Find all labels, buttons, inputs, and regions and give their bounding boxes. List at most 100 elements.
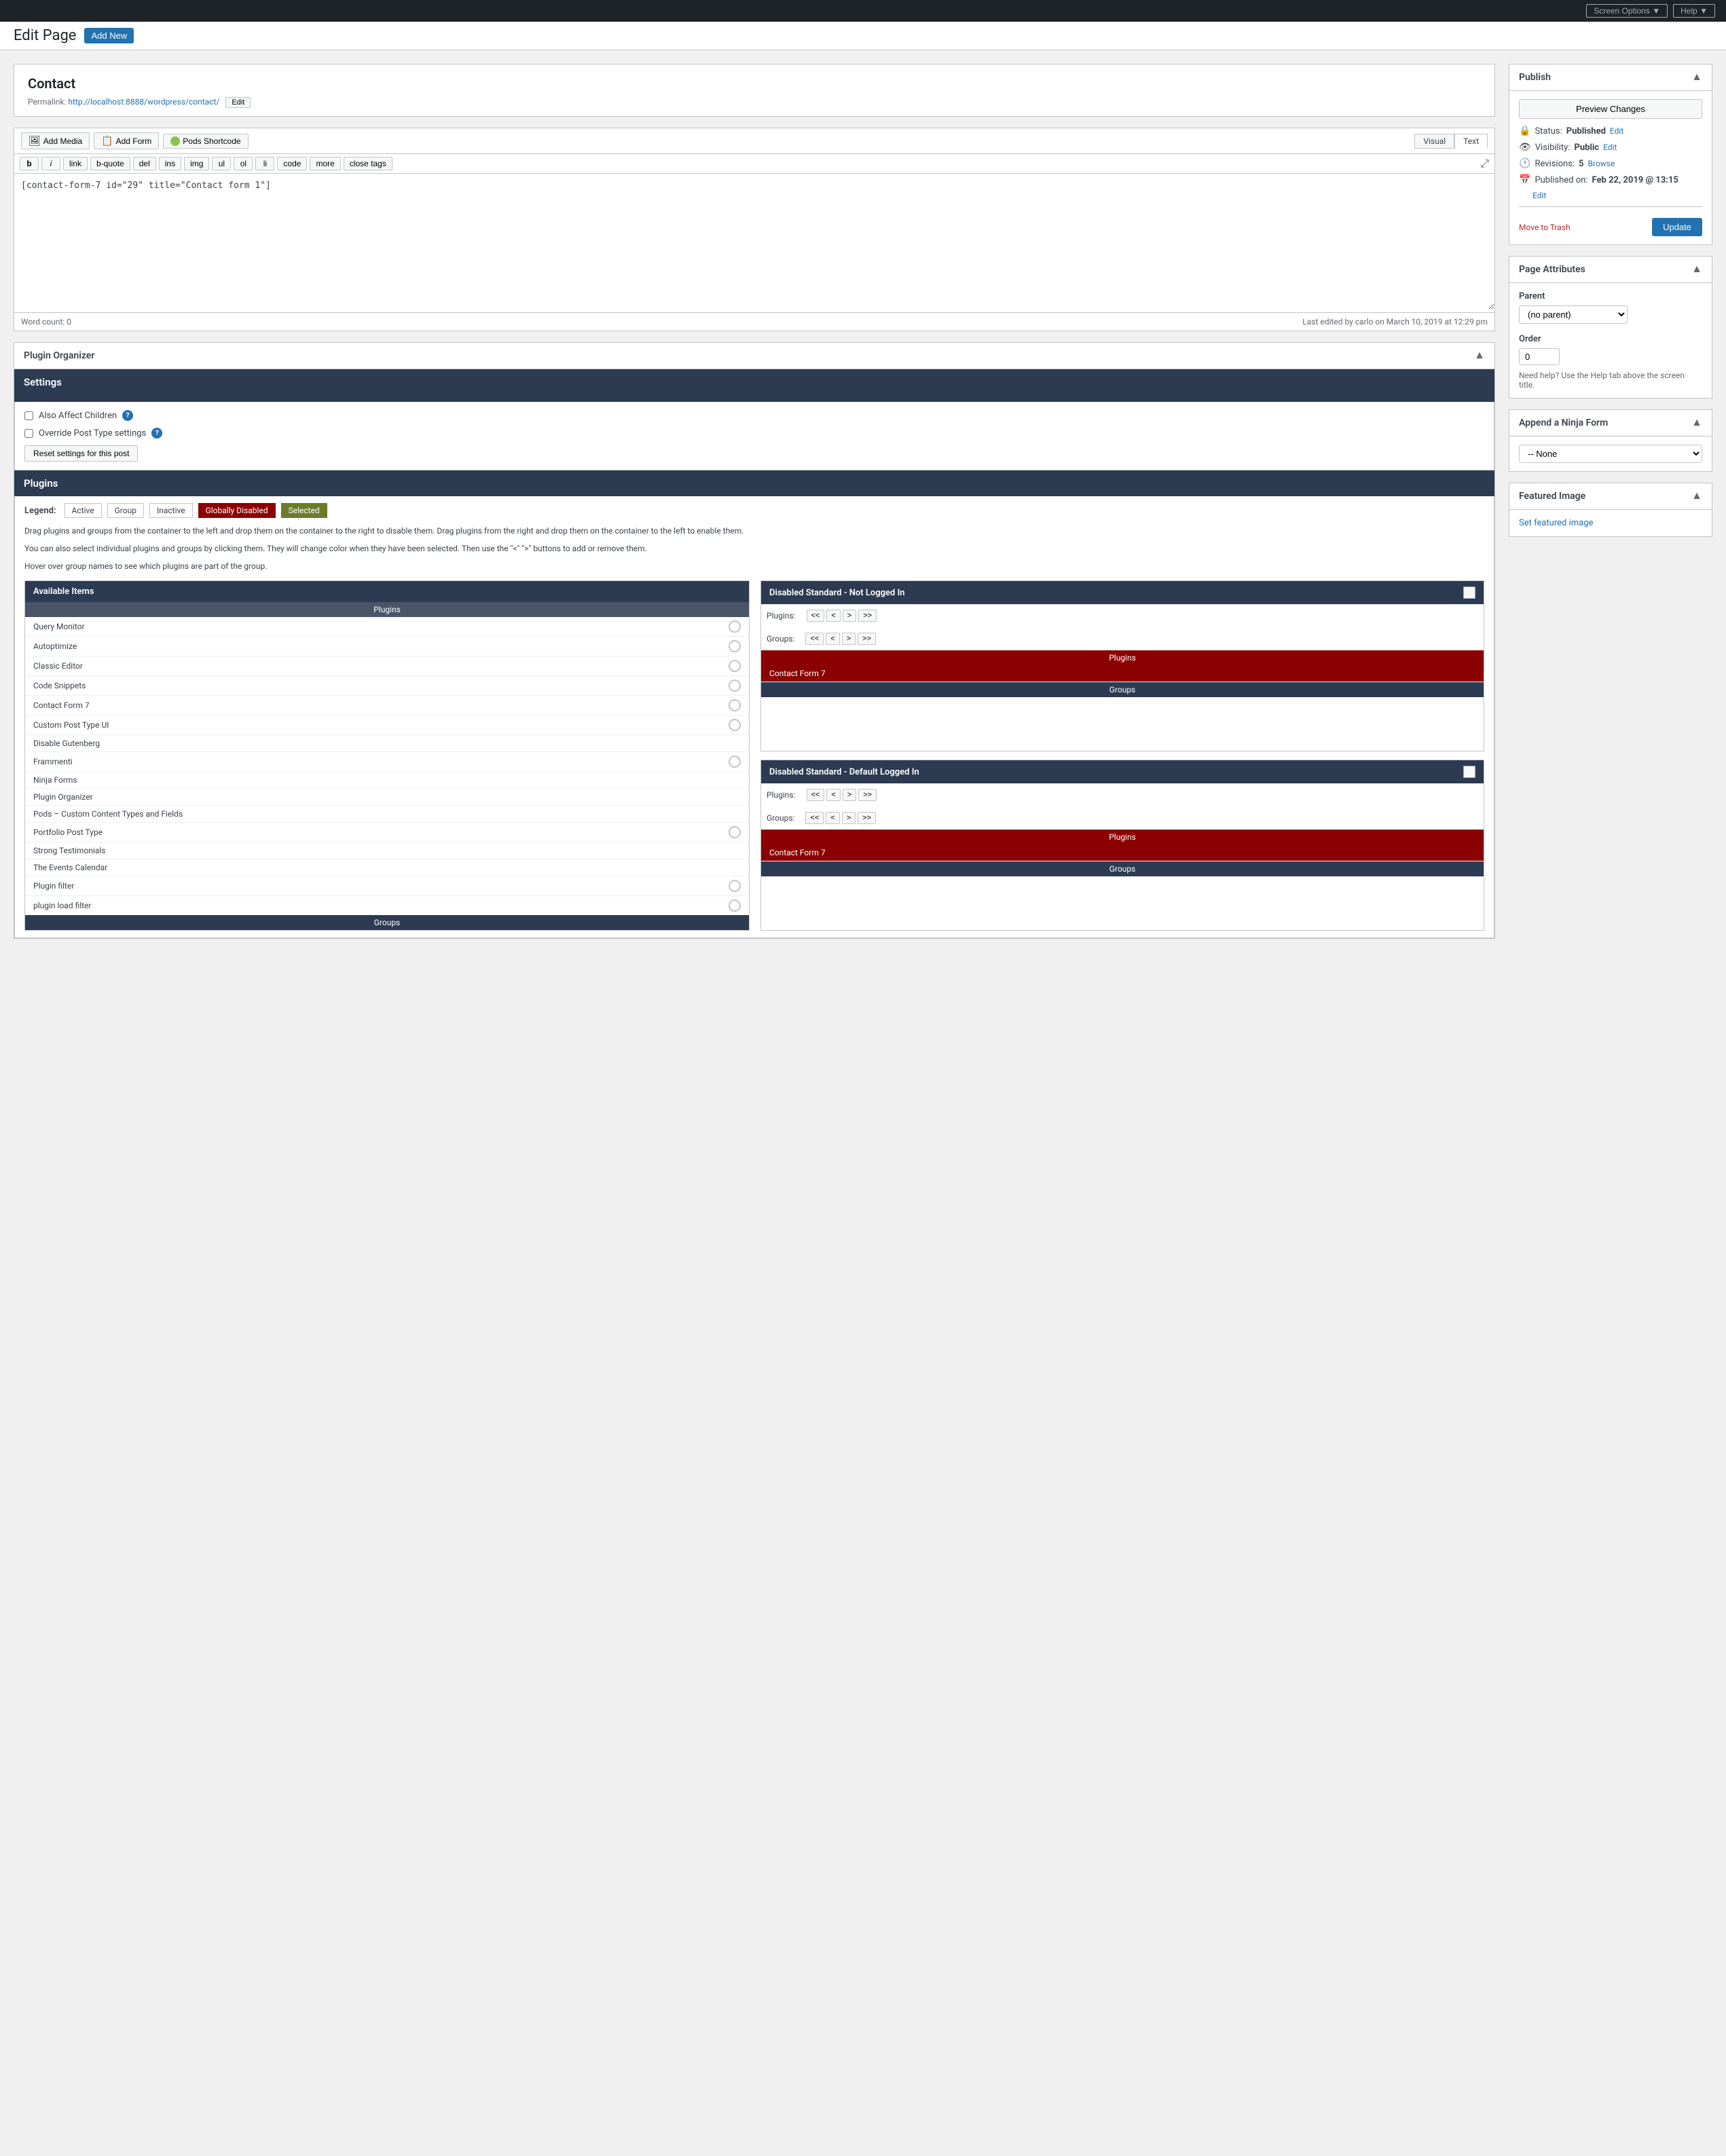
legend-globally-disabled[interactable]: Globally Disabled [198,503,276,518]
plugin-circle-icon[interactable] [729,660,741,672]
del-btn[interactable]: del [133,157,156,170]
also-affect-children-help-icon[interactable]: ? [122,410,133,421]
list-item[interactable]: The Events Calendar [25,859,749,876]
close-tags-btn[interactable]: close tags [344,157,392,170]
plugin-circle-icon[interactable] [729,756,741,768]
ninja-form-select[interactable]: -- None [1519,445,1702,463]
list-item[interactable]: Frammenti [25,752,749,772]
code-btn[interactable]: code [277,157,307,170]
plugins-nav-next-2[interactable]: > [843,789,856,801]
also-affect-children-checkbox[interactable] [24,411,33,420]
disabled-not-logged-collapse[interactable]: − [1463,587,1475,599]
legend-inactive[interactable]: Inactive [149,503,193,518]
add-form-btn[interactable]: 📋 Add Form [94,132,159,149]
list-item[interactable]: Pods – Custom Content Types and Fields [25,806,749,823]
revisions-browse-link[interactable]: Browse [1588,159,1615,168]
permalink-url[interactable]: http://localhost:8888/wordpress/contact/ [68,97,219,107]
append-ninja-form-collapse-btn[interactable]: ▲ [1691,417,1702,429]
plugins-nav-prev-2[interactable]: < [826,789,840,801]
list-item[interactable]: Contact Form 7 [25,696,749,715]
set-featured-image-link[interactable]: Set featured image [1519,518,1593,528]
ins-btn[interactable]: ins [159,157,181,170]
reset-settings-btn[interactable]: Reset settings for this post [24,445,138,462]
plugins-nav-first[interactable]: << [807,610,825,622]
edit-permalink-btn[interactable]: Edit [225,97,251,108]
visibility-edit-link[interactable]: Edit [1603,143,1617,152]
plugins-nav-first-2[interactable]: << [807,789,825,801]
more-btn[interactable]: more [310,157,340,170]
plugins-nav-last-2[interactable]: >> [858,789,877,801]
override-post-type-checkbox[interactable] [24,429,33,438]
list-item[interactable]: Plugin Organizer [25,789,749,806]
published-edit-link[interactable]: Edit [1532,191,1546,200]
list-item[interactable]: plugin load filter [25,896,749,915]
plugin-organizer-collapse-btn[interactable]: ▲ [1474,350,1485,362]
legend-selected[interactable]: Selected [281,503,327,518]
add-new-button[interactable]: Add New [84,28,134,43]
editor-textarea[interactable]: [contact-form-7 id="29" title="Contact f… [14,174,1494,310]
plugins-nav-last[interactable]: >> [858,610,877,622]
override-post-type-help-icon[interactable]: ? [151,428,162,439]
list-item[interactable]: Custom Post Type UI [25,715,749,735]
groups-nav-next[interactable]: > [842,633,856,645]
pods-shortcode-btn[interactable]: Pods Shortcode [163,134,248,149]
groups-nav-btns-2: << < > >> [800,809,881,827]
list-item[interactable]: Portfolio Post Type [25,823,749,842]
img-btn[interactable]: img [184,157,209,170]
plugin-circle-icon[interactable] [729,680,741,692]
order-input[interactable] [1519,348,1560,365]
groups-nav-first-2[interactable]: << [805,812,824,824]
status-edit-link[interactable]: Edit [1610,126,1623,136]
list-item[interactable]: Code Snippets [25,676,749,696]
featured-image-collapse-btn[interactable]: ▲ [1691,490,1702,502]
plugin-circle-icon[interactable] [729,640,741,652]
italic-btn[interactable]: i [41,157,60,170]
add-media-btn[interactable]: 🖼 Add Media [21,132,90,149]
preview-changes-btn[interactable]: Preview Changes [1519,99,1702,119]
parent-select[interactable]: (no parent) [1519,305,1628,324]
plugin-circle-icon[interactable] [729,880,741,892]
link-btn[interactable]: link [63,157,88,170]
disabled-default-logged-collapse[interactable]: − [1463,766,1475,778]
list-item[interactable]: Ninja Forms [25,772,749,789]
list-item[interactable]: Autoptimize [25,637,749,656]
list-item[interactable]: Plugin filter [25,876,749,896]
append-ninja-form-title: Append a Ninja Form [1519,417,1608,428]
groups-nav-prev[interactable]: < [826,633,839,645]
ul-btn[interactable]: ul [212,157,231,170]
list-item[interactable]: Disable Gutenberg [25,735,749,752]
screen-options-btn[interactable]: Screen Options ▼ [1586,4,1668,18]
list-item[interactable]: Query Monitor [25,617,749,637]
list-item[interactable]: Classic Editor [25,656,749,676]
page-attributes-collapse-btn[interactable]: ▲ [1691,263,1702,276]
groups-nav-prev-2[interactable]: < [826,812,839,824]
move-trash-link[interactable]: Move to Trash [1519,223,1571,232]
li-btn[interactable]: li [255,157,274,170]
list-item[interactable]: Strong Testimonials [25,842,749,859]
plugins-nav-prev[interactable]: < [826,610,840,622]
expand-icon[interactable]: ⤢ [1480,157,1489,170]
visual-tab[interactable]: Visual [1414,134,1454,149]
plugin-circle-icon[interactable] [729,899,741,912]
groups-nav-first[interactable]: << [805,633,824,645]
update-btn[interactable]: Update [1652,218,1702,236]
groups-nav-last-2[interactable]: >> [858,812,876,824]
plugins-nav-next[interactable]: > [843,610,856,622]
help-btn[interactable]: Help ▼ [1673,4,1715,18]
bold-btn[interactable]: b [20,157,39,170]
legend-active[interactable]: Active [65,503,102,518]
groups-nav-next-2[interactable]: > [842,812,856,824]
text-tab[interactable]: Text [1454,134,1488,149]
groups-nav-last[interactable]: >> [858,633,876,645]
plugin-circle-icon[interactable] [729,699,741,711]
plugin-circle-icon[interactable] [729,826,741,838]
plugin-organizer-header[interactable]: Plugin Organizer ▲ [14,343,1494,369]
publish-collapse-btn[interactable]: ▲ [1691,71,1702,83]
plugin-circle-icon[interactable] [729,719,741,731]
list-item[interactable]: Contact Form 7 [761,844,1484,861]
legend-group[interactable]: Group [107,503,144,518]
plugin-circle-icon[interactable] [729,620,741,633]
bquote-btn[interactable]: b-quote [90,157,130,170]
ol-btn[interactable]: ol [234,157,253,170]
list-item[interactable]: Contact Form 7 [761,665,1484,682]
